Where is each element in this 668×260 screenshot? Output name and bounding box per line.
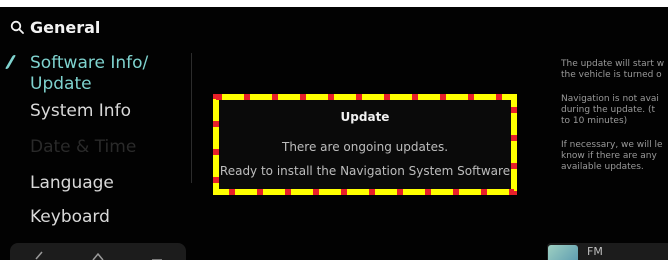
fm-radio-widget[interactable]: FM (547, 243, 668, 260)
panel-divider (191, 53, 192, 183)
infotainment-screen: General Software Info/ Update System Inf… (0, 7, 668, 260)
home-icon[interactable] (90, 249, 106, 260)
dialog-install-text: Ready to install the Navigation System S… (219, 164, 511, 178)
search-title: General (30, 17, 101, 37)
menu-item-system-info[interactable]: System Info (30, 101, 131, 122)
search-header[interactable]: General (10, 15, 100, 39)
menu-item-language[interactable]: Language (30, 173, 114, 194)
fm-thumbnail (548, 245, 578, 260)
info-update-start: The update will start w the vehicle is t… (561, 59, 665, 80)
menu-item-date-time[interactable]: Date & Time (30, 137, 136, 158)
info-available-updates: If necessary, we will le know if there a… (561, 140, 663, 172)
menu-item-keyboard[interactable]: Keyboard (30, 207, 110, 228)
dialog-title: Update (340, 110, 390, 124)
back-icon[interactable] (31, 249, 47, 260)
menu-item-software-update[interactable]: Software Info/ Update (30, 53, 148, 95)
active-indicator (4, 55, 17, 69)
dialog-status-text: There are ongoing updates. (281, 140, 449, 154)
menu-icon[interactable] (149, 249, 165, 260)
bottom-nav-bar (10, 243, 186, 260)
fm-label: FM (587, 245, 603, 258)
search-icon (10, 20, 24, 34)
update-dialog: Update There are ongoing updates. Ready … (213, 94, 517, 195)
info-navigation-unavailable: Navigation is not avai during the update… (561, 94, 659, 126)
